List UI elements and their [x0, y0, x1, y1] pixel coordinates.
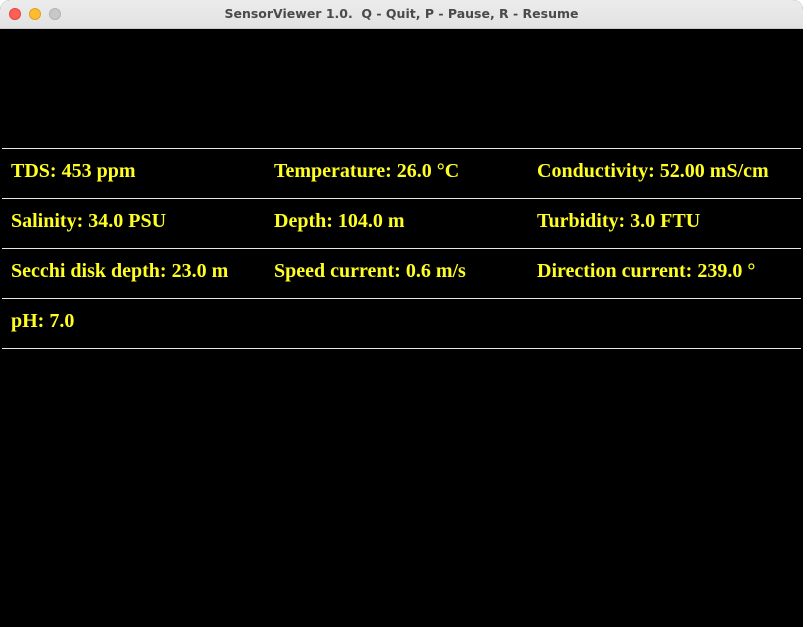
- reading-temperature: Temperature: 26.0 °C: [274, 160, 460, 182]
- reading-tds: TDS: 453 ppm: [11, 160, 136, 182]
- reading-speed-current: Speed current: 0.6 m/s: [274, 260, 466, 282]
- reading-conductivity: Conductivity: 52.00 mS/cm: [537, 160, 769, 182]
- app-window: SensorViewer 1.0. Q - Quit, P - Pause, R…: [0, 0, 803, 627]
- window-title: SensorViewer 1.0. Q - Quit, P - Pause, R…: [224, 6, 579, 21]
- reading-turbidity: Turbidity: 3.0 FTU: [537, 210, 701, 232]
- row-divider-2: [2, 248, 801, 249]
- reading-ph: pH: 7.0: [11, 310, 75, 332]
- desktop-edge: [803, 0, 807, 627]
- reading-direction-current: Direction current: 239.0 °: [537, 260, 756, 282]
- reading-depth: Depth: 104.0 m: [274, 210, 405, 232]
- sensor-display: TDS: 453 ppm Temperature: 26.0 °C Conduc…: [0, 29, 803, 627]
- title-bar[interactable]: SensorViewer 1.0. Q - Quit, P - Pause, R…: [0, 0, 803, 29]
- row-divider-bottom: [2, 348, 801, 349]
- row-divider-3: [2, 298, 801, 299]
- reading-secchi-disk-depth: Secchi disk depth: 23.0 m: [11, 260, 229, 282]
- row-divider-1: [2, 198, 801, 199]
- reading-salinity: Salinity: 34.0 PSU: [11, 210, 167, 232]
- row-divider-top: [2, 148, 801, 149]
